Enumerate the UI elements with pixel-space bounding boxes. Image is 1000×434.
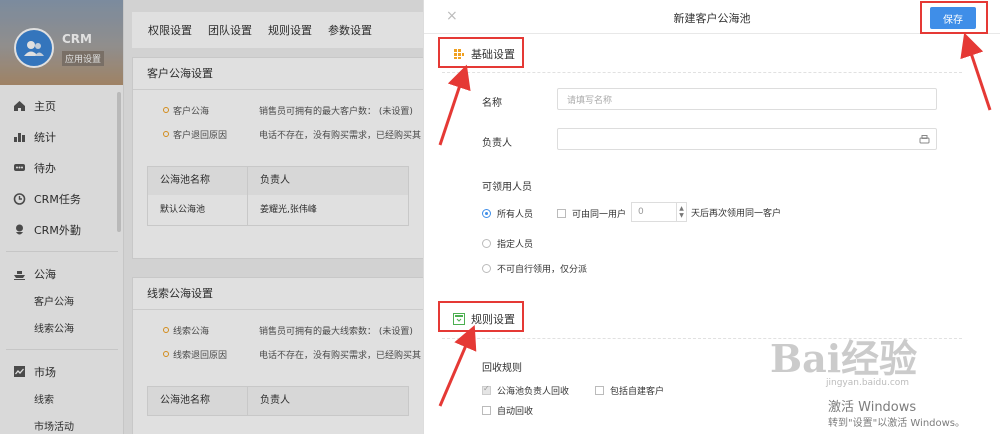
- windows-activation-text: 转到"设置"以激活 Windows。: [828, 418, 966, 429]
- arrow-rules: [438, 324, 477, 407]
- watermark: Bai经验 jingyan.baidu.com 激活 Windows 转到"设置…: [760, 320, 1000, 429]
- arrow-basic: [438, 64, 471, 146]
- baidu-watermark: Bai经验: [770, 336, 918, 381]
- site-watermark: jingyan.baidu.com: [826, 378, 910, 388]
- windows-activation-title: 激活 Windows: [828, 400, 917, 415]
- arrow-save: [960, 32, 992, 111]
